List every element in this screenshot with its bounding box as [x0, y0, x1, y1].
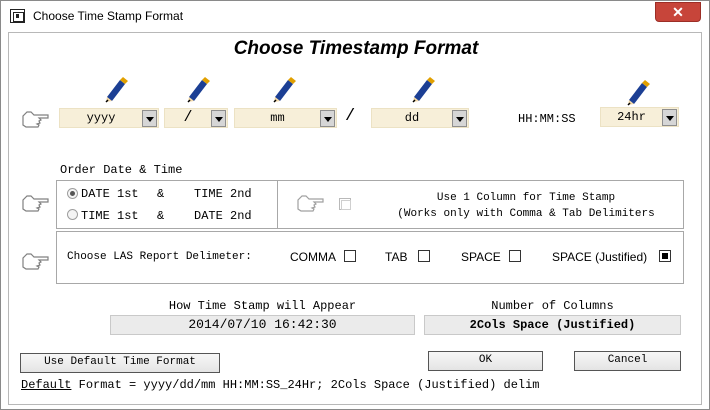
space-justified-checkbox[interactable] — [659, 250, 671, 262]
window-title: Choose Time Stamp Format — [33, 9, 184, 23]
month-format-select[interactable]: mm — [234, 108, 337, 128]
year-format-value: yyyy — [86, 111, 116, 125]
hour-format-value: 24hr — [617, 110, 646, 124]
order-frame-divider — [277, 181, 278, 228]
dropdown-arrow-icon[interactable] — [320, 110, 335, 127]
year-format-select[interactable]: yyyy — [59, 108, 159, 128]
close-button[interactable]: ✕ — [655, 2, 701, 22]
time-second-label: TIME 2nd — [194, 187, 252, 201]
pointing-hand-icon — [22, 253, 49, 270]
close-icon: ✕ — [672, 4, 684, 20]
day-format-select[interactable]: dd — [371, 108, 469, 128]
tab-checkbox[interactable] — [418, 250, 430, 262]
preview-label: How Time Stamp will Appear — [168, 299, 357, 313]
timestamp-preview-field: 2014/07/10 16:42:30 — [110, 315, 415, 335]
cancel-button[interactable]: Cancel — [574, 351, 681, 371]
app-icon — [10, 9, 25, 23]
columns-value-field: 2Cols Space (Justified) — [424, 315, 681, 335]
title-bar: Choose Time Stamp Format ✕ — [1, 1, 709, 32]
dropdown-arrow-icon[interactable] — [662, 109, 677, 126]
pencil-icon[interactable] — [621, 76, 651, 106]
pointing-hand-icon — [22, 111, 49, 128]
comma-label: COMMA — [290, 250, 336, 264]
tab-label: TAB — [385, 250, 408, 264]
space-checkbox[interactable] — [509, 250, 521, 262]
default-format-text: Format = yyyy/dd/mm HH:MM:SS_24Hr; 2Cols… — [71, 378, 540, 392]
space-label: SPACE — [461, 250, 501, 264]
order-frame — [56, 180, 684, 229]
hour-format-select[interactable]: 24hr — [600, 107, 679, 127]
pointing-hand-icon — [297, 195, 324, 212]
order-section-label: Order Date & Time — [60, 163, 183, 177]
pointing-hand-icon — [22, 195, 49, 212]
time-first-label: TIME 1st — [81, 209, 139, 223]
dropdown-arrow-icon[interactable] — [452, 110, 467, 127]
delimiter-label: Choose LAS Report Delimeter: — [67, 251, 252, 263]
columns-label: Number of Columns — [491, 299, 614, 313]
one-column-note: (Works only with Comma & Tab Delimiters — [397, 208, 655, 220]
dropdown-arrow-icon[interactable] — [142, 110, 157, 127]
dialog-heading: Choose Timestamp Format — [233, 38, 479, 59]
use-default-format-button[interactable]: Use Default Time Format — [20, 353, 220, 373]
month-format-value: mm — [270, 111, 285, 125]
date-separator-value: / — [183, 109, 193, 126]
time-first-radio[interactable] — [67, 209, 78, 220]
ok-button[interactable]: OK — [428, 351, 543, 371]
default-word: Default — [21, 378, 72, 392]
dropdown-arrow-icon[interactable] — [211, 110, 226, 127]
date-separator-select[interactable]: / — [164, 108, 228, 128]
pencil-icon[interactable] — [181, 73, 211, 103]
ampersand-label: & — [157, 209, 165, 223]
time-format-label: HH:MM:SS — [518, 112, 576, 126]
day-format-value: dd — [404, 111, 420, 125]
date-separator-label: / — [345, 107, 356, 126]
date-first-label: DATE 1st — [81, 187, 139, 201]
default-format-note: Default Format = yyyy/dd/mm HH:MM:SS_24H… — [21, 378, 540, 392]
dialog-client: Choose Timestamp Format yyyy / mm / dd H… — [8, 32, 702, 405]
pencil-icon[interactable] — [99, 73, 129, 103]
dialog-window: Choose Time Stamp Format ✕ Choose Timest… — [0, 0, 710, 410]
comma-checkbox[interactable] — [344, 250, 356, 262]
one-column-label: Use 1 Column for Time Stamp — [436, 192, 616, 204]
date-first-radio[interactable] — [67, 188, 78, 199]
date-second-label: DATE 2nd — [194, 209, 252, 223]
ampersand-label: & — [157, 187, 165, 201]
pencil-icon[interactable] — [406, 73, 436, 103]
one-column-checkbox[interactable] — [339, 198, 351, 210]
space-justified-label: SPACE (Justified) — [552, 250, 648, 264]
pencil-icon[interactable] — [267, 73, 297, 103]
